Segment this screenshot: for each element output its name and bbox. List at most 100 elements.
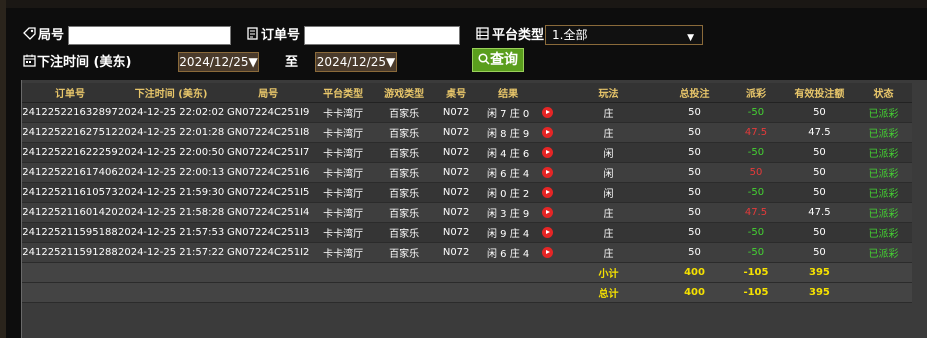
grand-total-row: 总计 400 -105 395: [22, 282, 912, 303]
cell-table-no: N072: [434, 162, 479, 183]
cell-result: 闲 3 庄 9: [478, 202, 539, 223]
cell-order-no: 241225221632897: [22, 102, 118, 123]
order-label: 订单号: [261, 28, 301, 43]
play-video-icon[interactable]: [541, 226, 553, 238]
cell-video[interactable]: [538, 122, 557, 143]
header-total-bet: 总投注: [661, 83, 728, 103]
summary-label: 小计: [556, 262, 662, 283]
summary-valid-bet: 395: [783, 282, 855, 303]
cell-order-no: 241225211595188: [22, 222, 118, 243]
cell-order-no: 241225221617406: [22, 162, 118, 183]
play-video-icon[interactable]: [541, 186, 553, 198]
cell-payout: -50: [727, 142, 784, 163]
cell-order-no: 241225221627512: [22, 122, 118, 143]
platform-select-value: 1.全部: [552, 28, 588, 42]
date-to-select[interactable]: 2024/12/25▼: [315, 52, 397, 72]
cell-game-type: 百家乐: [374, 162, 435, 183]
cell-round-no: GN07224C251I5: [224, 182, 313, 203]
header-bet-option: 玩法: [556, 83, 662, 103]
table-row: 241225221622259 2024-12-25 22:00:50 GN0722…: [22, 142, 912, 163]
cell-video[interactable]: [538, 202, 557, 223]
cell-status: 已派彩: [854, 242, 912, 263]
cell-bet-option: 庄: [556, 222, 662, 243]
play-video-icon[interactable]: [541, 206, 553, 218]
cell-video[interactable]: [538, 102, 557, 123]
chevron-down-icon: ▼: [385, 55, 396, 69]
cell-order-no: 241225211610573: [22, 182, 118, 203]
cell-bet-time: 2024-12-25 21:58:28: [117, 202, 225, 223]
summary-payout: -105: [727, 262, 784, 283]
cell-video[interactable]: [538, 162, 557, 183]
cell-result: 闲 6 庄 4: [478, 242, 539, 263]
cell-round-no: GN07224C251I6: [224, 162, 313, 183]
cell-video[interactable]: [538, 142, 557, 163]
cell-game-type: 百家乐: [374, 202, 435, 223]
cell-round-no: GN07224C251I9: [224, 102, 313, 123]
cell-platform: 卡卡湾厅: [312, 202, 375, 223]
cell-order-no: 241225211591288: [22, 242, 118, 263]
play-video-icon[interactable]: [541, 146, 553, 158]
summary-valid-bet: 395: [783, 262, 855, 283]
cell-status: 已派彩: [854, 122, 912, 143]
cell-result: 闲 8 庄 9: [478, 122, 539, 143]
cell-game-type: 百家乐: [374, 182, 435, 203]
cell-bet-option: 闲: [556, 142, 662, 163]
cell-result: 闲 9 庄 4: [478, 222, 539, 243]
query-label: 查询: [490, 52, 518, 68]
date-from-select[interactable]: 2024/12/25▼: [178, 52, 259, 72]
date-to-value: 2024/12/25: [316, 55, 386, 69]
cell-game-type: 百家乐: [374, 142, 435, 163]
cell-round-no: GN07224C251I4: [224, 202, 313, 223]
table-row: 241225221632897 2024-12-25 22:02:02 GN0722…: [22, 102, 912, 123]
platform-label: 平台类型: [492, 28, 545, 43]
cell-round-no: GN07224C251I7: [224, 142, 313, 163]
header-platform: 平台类型: [312, 83, 375, 103]
time-label: 下注时间 (美东): [37, 55, 132, 70]
cell-valid-bet: 50: [783, 162, 855, 183]
cell-bet-time: 2024-12-25 22:01:28: [117, 122, 225, 143]
cell-result: 闲 6 庄 4: [478, 162, 539, 183]
cell-total-bet: 50: [661, 142, 728, 163]
play-video-icon[interactable]: [541, 166, 553, 178]
cell-video[interactable]: [538, 182, 557, 203]
cell-table-no: N072: [434, 102, 479, 123]
cell-table-no: N072: [434, 222, 479, 243]
cell-total-bet: 50: [661, 102, 728, 123]
cell-platform: 卡卡湾厅: [312, 102, 375, 123]
play-video-icon[interactable]: [541, 106, 553, 118]
query-button[interactable]: 查询: [472, 48, 524, 72]
cell-bet-time: 2024-12-25 21:59:30: [117, 182, 225, 203]
cell-video[interactable]: [538, 242, 557, 263]
cell-total-bet: 50: [661, 122, 728, 143]
cell-video[interactable]: [538, 222, 557, 243]
cell-bet-option: 闲: [556, 162, 662, 183]
cell-bet-option: 庄: [556, 122, 662, 143]
cell-bet-option: 庄: [556, 202, 662, 223]
summary-label: 总计: [556, 282, 662, 303]
calendar-icon: [23, 54, 36, 67]
round-input[interactable]: [68, 26, 231, 45]
order-input[interactable]: [304, 26, 460, 45]
receipt-icon: [247, 27, 258, 40]
table-row: 241225221617406 2024-12-25 22:00:13 GN0722…: [22, 162, 912, 183]
cell-platform: 卡卡湾厅: [312, 142, 375, 163]
table-row: 241225211595188 2024-12-25 21:57:53 GN0722…: [22, 222, 912, 243]
cell-platform: 卡卡湾厅: [312, 162, 375, 183]
cell-status: 已派彩: [854, 222, 912, 243]
cell-bet-time: 2024-12-25 22:00:13: [117, 162, 225, 183]
cell-platform: 卡卡湾厅: [312, 122, 375, 143]
play-video-icon[interactable]: [541, 246, 553, 258]
date-from-value: 2024/12/25: [179, 55, 249, 69]
cell-order-no: 241225221622259: [22, 142, 118, 163]
cell-game-type: 百家乐: [374, 122, 435, 143]
cell-bet-time: 2024-12-25 21:57:53: [117, 222, 225, 243]
cell-table-no: N072: [434, 122, 479, 143]
cell-result: 闲 4 庄 6: [478, 142, 539, 163]
cell-valid-bet: 50: [783, 182, 855, 203]
cell-game-type: 百家乐: [374, 102, 435, 123]
cell-bet-option: 庄: [556, 102, 662, 123]
cell-result: 闲 7 庄 0: [478, 102, 539, 123]
cell-payout: 47.5: [727, 122, 784, 143]
platform-select[interactable]: 1.全部 ▼: [545, 25, 703, 45]
play-video-icon[interactable]: [541, 126, 553, 138]
